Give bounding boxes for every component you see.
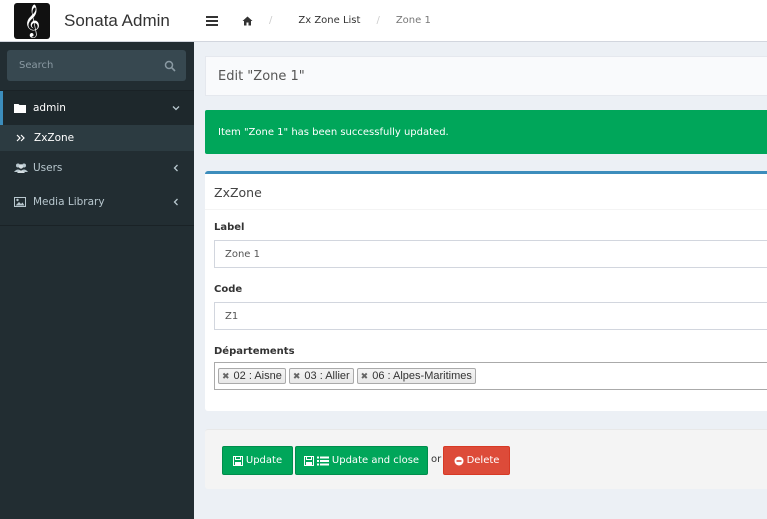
- save-icon: [303, 455, 314, 466]
- update-and-close-button-label: Update and close: [331, 455, 420, 466]
- tag-label: 03 : Allier: [304, 370, 350, 382]
- departements-select[interactable]: ✖ 02 : Aisne ✖ 03 : Allier ✖ 06 : Alpes-…: [214, 362, 767, 390]
- chevron-left-icon: [173, 198, 178, 206]
- breadcrumb-separator: /: [269, 15, 273, 26]
- tag-label: 02 : Aisne: [233, 370, 282, 382]
- code-field-label: Code: [214, 284, 243, 295]
- top-header: / Zx Zone List / Zone 1: [194, 0, 767, 42]
- sidebar: 𝄞 Sonata Admin admin ZxZone Users: [0, 0, 194, 519]
- app-name: Sonata Admin: [64, 10, 170, 30]
- label-field[interactable]: [214, 240, 767, 268]
- remove-tag-icon[interactable]: ✖: [361, 371, 369, 382]
- image-icon: [14, 196, 28, 208]
- departement-tag: ✖ 02 : Aisne: [218, 368, 286, 384]
- form-box-title: ZxZone: [214, 185, 262, 200]
- departements-field-label: Départements: [214, 346, 295, 357]
- delete-button-label: Delete: [466, 455, 500, 466]
- double-chevron-right-icon: [16, 134, 25, 142]
- tag-label: 06 : Alpes-Maritimes: [372, 370, 472, 382]
- label-field-label: Label: [214, 222, 245, 233]
- treble-clef-logo-icon: 𝄞: [14, 2, 50, 39]
- home-icon[interactable]: [242, 16, 253, 26]
- breadcrumb: / Zx Zone List / Zone 1: [242, 15, 431, 26]
- folder-icon: [14, 102, 28, 114]
- sidebar-search: [0, 42, 194, 91]
- list-icon: [316, 456, 329, 466]
- search-box: [7, 50, 186, 81]
- sidebar-divider: [0, 225, 194, 226]
- breadcrumb-current: Zone 1: [395, 15, 431, 26]
- update-button-label: Update: [245, 455, 283, 466]
- form-actions: Update Update and close or Delete: [205, 429, 767, 489]
- sidebar-item-label: Media Library: [33, 196, 105, 208]
- chevron-down-icon: [172, 106, 180, 111]
- sidebar-item-label: ZxZone: [34, 132, 75, 144]
- logo[interactable]: 𝄞 Sonata Admin: [0, 0, 194, 42]
- page-title-box: Edit "Zone 1": [205, 56, 767, 96]
- sidebar-item-zxzone[interactable]: ZxZone: [0, 125, 194, 151]
- code-field[interactable]: [214, 302, 767, 330]
- delete-button[interactable]: Delete: [443, 446, 510, 475]
- alert-message: Item "Zone 1" has been successfully upda…: [218, 126, 449, 138]
- sidebar-menu: admin ZxZone Users Media Library: [0, 91, 194, 219]
- save-icon: [232, 455, 243, 466]
- search-icon[interactable]: [164, 60, 176, 72]
- or-text: or: [431, 454, 442, 465]
- update-and-close-button[interactable]: Update and close: [295, 446, 428, 475]
- breadcrumb-separator: /: [376, 15, 380, 26]
- form-box: ZxZone Label Code Départements ✖ 02 : Ai…: [205, 171, 767, 411]
- sidebar-item-admin[interactable]: admin: [0, 91, 194, 125]
- search-input[interactable]: [19, 60, 164, 71]
- menu-toggle-icon[interactable]: [206, 15, 218, 26]
- remove-tag-icon[interactable]: ✖: [222, 371, 230, 382]
- sidebar-item-media-library[interactable]: Media Library: [0, 185, 194, 219]
- chevron-left-icon: [173, 164, 178, 172]
- sidebar-item-users[interactable]: Users: [0, 151, 194, 185]
- departement-tag: ✖ 03 : Allier: [288, 368, 354, 384]
- remove-tag-icon[interactable]: ✖: [293, 371, 301, 382]
- divider: [205, 209, 767, 210]
- sidebar-item-label: admin: [33, 102, 66, 114]
- sidebar-item-label: Users: [33, 162, 63, 174]
- update-button[interactable]: Update: [222, 446, 293, 475]
- users-icon: [14, 162, 28, 174]
- departement-tag: ✖ 06 : Alpes-Maritimes: [356, 368, 476, 384]
- breadcrumb-list-link[interactable]: Zx Zone List: [298, 15, 360, 26]
- page-title: Edit "Zone 1": [218, 68, 305, 84]
- minus-circle-icon: [454, 456, 464, 466]
- success-alert: Item "Zone 1" has been successfully upda…: [205, 110, 767, 154]
